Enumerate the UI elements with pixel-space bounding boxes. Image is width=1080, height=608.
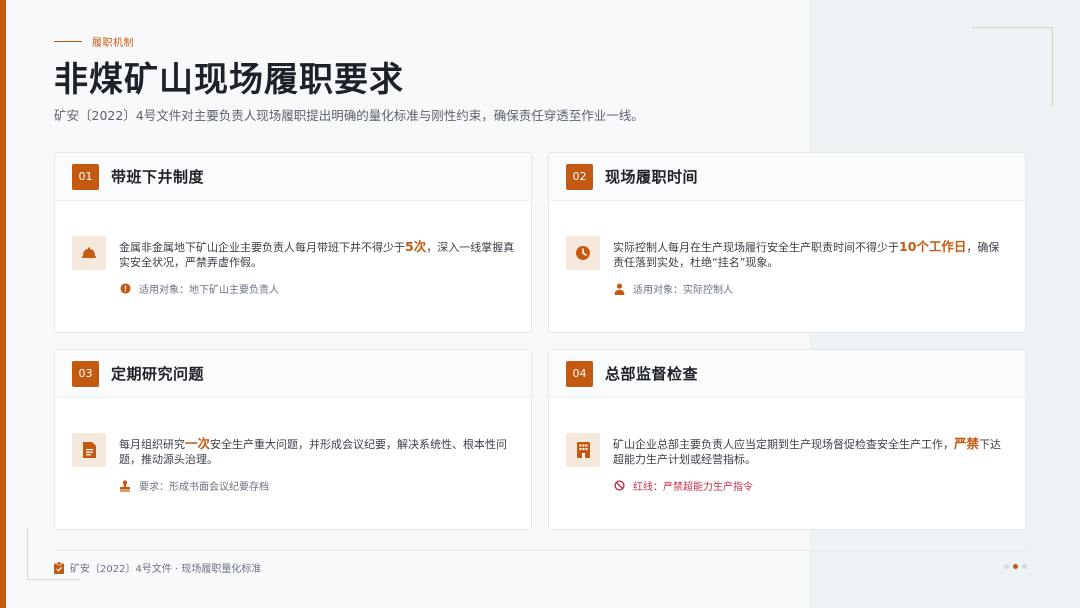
person-icon <box>613 283 625 295</box>
card-body: 金属非金属地下矿山企业主要负责人每月带班下井不得少于5次，深入一线掌握真实安全状… <box>55 201 531 332</box>
clipboard-check-icon <box>54 561 64 574</box>
page-dot[interactable] <box>1022 564 1027 569</box>
highlight-value: 严禁 <box>954 436 980 451</box>
card-onsite-time: 02 现场履职时间 实际控制人每月在生产现场履行安全生产职责时间不得少于10个工… <box>548 152 1026 333</box>
card-description: 实际控制人每月在生产现场履行安全生产职责时间不得少于10个工作日，确保责任落到实… <box>613 239 1000 269</box>
document-icon <box>72 433 106 467</box>
card-description: 金属非金属地下矿山企业主要负责人每月带班下井不得少于5次，深入一线掌握真实安全状… <box>119 239 515 269</box>
footer-text: 矿安〔2022〕4号文件 · 现场履职量化标准 <box>70 564 262 575</box>
card-header: 02 现场履职时间 <box>549 153 1025 201</box>
page-subtitle: 矿安〔2022〕4号文件对主要负责人现场履职提出明确的量化标准与刚性约束，确保责… <box>54 108 644 123</box>
page-dot-active[interactable] <box>1013 564 1018 569</box>
card-title: 现场履职时间 <box>605 168 699 186</box>
hard-hat-icon <box>72 236 106 270</box>
corner-decoration-top-right <box>972 27 1053 28</box>
card-body: 实际控制人每月在生产现场履行安全生产职责时间不得少于10个工作日，确保责任落到实… <box>549 201 1025 332</box>
card-meta-text: 适用对象：地下矿山主要负责人 <box>139 285 279 296</box>
card-header: 03 定期研究问题 <box>55 350 531 398</box>
clock-icon <box>566 236 600 270</box>
card-meta-text: 要求：形成书面会议纪要存档 <box>139 482 269 493</box>
corner-decoration-bottom-left-horizontal <box>27 579 81 580</box>
card-meta-text: 适用对象：实际控制人 <box>633 285 733 296</box>
card-body: 每月组织研究一次安全生产重大问题，并形成会议纪要，解决系统性、根本性问题，推动源… <box>55 398 531 529</box>
card-meta: 适用对象：地下矿山主要负责人 <box>119 281 279 296</box>
corner-decoration-top-right-vertical <box>1052 27 1053 107</box>
card-number-badge: 03 <box>72 360 99 387</box>
highlight-value: 一次 <box>185 436 211 451</box>
slide: 履职机制 非煤矿山现场履职要求 矿安〔2022〕4号文件对主要负责人现场履职提出… <box>0 0 1080 608</box>
kicker-text: 履职机制 <box>92 38 134 49</box>
section-kicker: 履职机制 <box>54 34 134 49</box>
page-dot[interactable] <box>1004 564 1009 569</box>
card-header: 04 总部监督检查 <box>549 350 1025 398</box>
footer: 矿安〔2022〕4号文件 · 现场履职量化标准 <box>54 560 261 575</box>
card-header: 01 带班下井制度 <box>55 153 531 201</box>
card-title: 带班下井制度 <box>111 168 205 186</box>
card-underground-shift: 01 带班下井制度 金属非金属地下矿山企业主要负责人每月带班下井不得少于5次，深… <box>54 152 532 333</box>
kicker-line <box>54 41 82 42</box>
alert-circle-icon <box>119 283 131 295</box>
card-meta: 适用对象：实际控制人 <box>613 281 733 296</box>
card-title: 总部监督检查 <box>605 365 699 383</box>
ban-icon <box>613 480 625 492</box>
accent-left-bar <box>0 0 6 608</box>
card-number-badge: 02 <box>566 163 593 190</box>
card-description: 矿山企业总部主要负责人应当定期到生产现场督促检查安全生产工作，严禁下达超能力生产… <box>613 436 1002 466</box>
card-description: 每月组织研究一次安全生产重大问题，并形成会议纪要，解决系统性、根本性问题，推动源… <box>119 436 508 466</box>
highlight-value: 10个工作日 <box>899 239 967 254</box>
card-title: 定期研究问题 <box>111 365 205 383</box>
stamp-icon <box>119 479 131 492</box>
card-meta-text: 红线：严禁超能力生产指令 <box>633 482 753 493</box>
card-regular-review: 03 定期研究问题 每月组织研究一次安全生产重大问题，并形成会议纪要，解决系统性… <box>54 349 532 530</box>
card-meta: 红线：严禁超能力生产指令 <box>613 478 753 493</box>
corner-decoration-bottom-left <box>27 528 28 580</box>
page-indicator <box>1004 564 1031 569</box>
footer-divider <box>54 550 1026 551</box>
page-title: 非煤矿山现场履职要求 <box>54 60 404 100</box>
card-meta: 要求：形成书面会议纪要存档 <box>119 478 269 493</box>
highlight-value: 5次 <box>405 239 427 254</box>
card-number-badge: 01 <box>72 163 99 190</box>
building-icon <box>566 433 600 467</box>
card-hq-inspection: 04 总部监督检查 矿山企业总部主要负责人应当定期到生产现场督促检查安全生产工作… <box>548 349 1026 530</box>
card-body: 矿山企业总部主要负责人应当定期到生产现场督促检查安全生产工作，严禁下达超能力生产… <box>549 398 1025 529</box>
card-number-badge: 04 <box>566 360 593 387</box>
